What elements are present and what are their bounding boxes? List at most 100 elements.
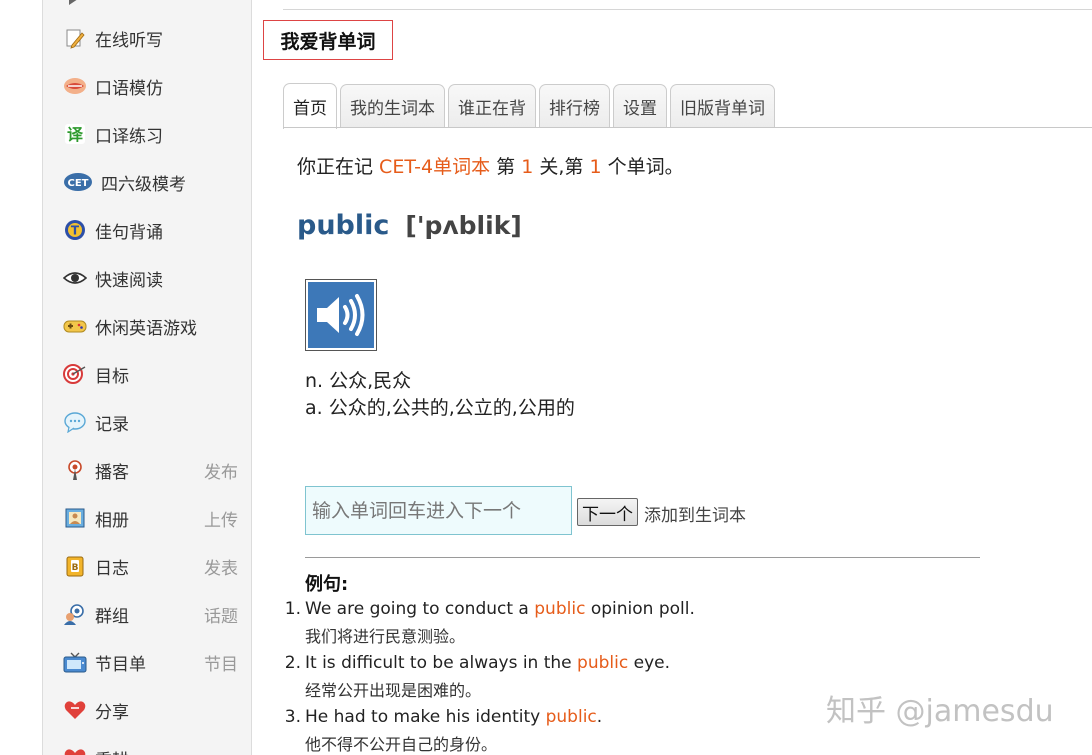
group-icon <box>63 602 87 626</box>
sidebar-item-cet-mock[interactable]: CET 四六级模考 <box>63 167 238 197</box>
gamepad-icon <box>63 314 87 338</box>
pronounce-button[interactable] <box>305 279 377 351</box>
wordbook-name: CET-4单词本 <box>379 156 491 178</box>
sidebar-item-english-games[interactable]: 休闲英语游戏 <box>63 311 238 341</box>
example-sentence: He had to make his identity public. <box>305 704 602 731</box>
example-number: 1. <box>284 599 301 619</box>
example-number: 3. <box>284 707 301 727</box>
example-before: He had to make his identity <box>305 707 546 727</box>
left-gutter <box>0 0 42 755</box>
partial-icon <box>63 0 87 9</box>
heart-icon <box>63 746 87 755</box>
sidebar-item-records[interactable]: 记录 <box>63 407 238 437</box>
current-word: public <box>297 210 390 241</box>
sidebar-item-sentence-recite[interactable]: T 佳句背诵 <box>63 215 238 245</box>
sidebar-item-label: 分享 <box>95 702 129 723</box>
sidebar-item-partial[interactable] <box>63 0 238 12</box>
sidebar-item-program-list[interactable]: 节目单 节目 <box>63 647 238 677</box>
tab-who-is-reciting[interactable]: 谁正在背 <box>448 84 536 128</box>
sidebar-item-extra[interactable]: 发布 <box>204 458 238 483</box>
sidebar-item-speed-reading[interactable]: 快速阅读 <box>63 263 238 293</box>
sidebar-item-blog[interactable]: B 日志 发表 <box>63 551 238 581</box>
example-sentence: It is difficult to be always in the publ… <box>305 650 670 677</box>
sidebar-item-goal[interactable]: 目标 <box>63 359 238 389</box>
definitions: n. 公众,民众 a. 公众的,公共的,公立的,公用的 <box>305 368 575 422</box>
tab-divider <box>283 127 1092 128</box>
page-title: 我爱背单词 <box>263 20 393 60</box>
sidebar-item-oral-imitation[interactable]: 口语模仿 <box>63 71 238 101</box>
chat-bubble-icon <box>63 410 87 434</box>
sidebar-item-album[interactable]: 相册 上传 <box>63 503 238 533</box>
sidebar-item-share[interactable]: 分享 <box>63 695 238 725</box>
example-item: 1. We are going to conduct a public opin… <box>280 596 1060 650</box>
sidebar-item-label: 目标 <box>95 366 129 387</box>
top-divider <box>283 9 1092 10</box>
sidebar-item-label: 群组 <box>95 606 129 627</box>
definition-noun: n. 公众,民众 <box>305 370 412 392</box>
tv-icon <box>63 650 87 674</box>
sidebar-item-label: 相册 <box>95 510 129 531</box>
sidebar-item-label: 佳句背诵 <box>95 222 163 243</box>
t-circle-icon: T <box>63 218 87 242</box>
target-icon <box>63 362 87 386</box>
example-after: . <box>596 707 603 727</box>
sidebar-item-dictation[interactable]: 在线听写 <box>63 23 238 53</box>
sidebar-item-label: 口译练习 <box>95 126 163 147</box>
phonetic: ['pʌblik] <box>405 211 522 240</box>
sidebar-item-label: 四六级模考 <box>101 174 186 195</box>
example-after: eye. <box>628 653 670 673</box>
level-number: 1 <box>521 156 534 178</box>
sidebar-item-podcast[interactable]: 播客 发布 <box>63 455 238 485</box>
tab-legacy-version[interactable]: 旧版背单词 <box>670 84 775 128</box>
add-to-wordbook-link[interactable]: 添加到生词本 <box>644 501 746 526</box>
lips-icon <box>63 74 87 98</box>
progress-mid2: 关,第 <box>533 156 590 178</box>
sidebar-item-interpretation[interactable]: 译 口译练习 <box>63 119 238 149</box>
sidebar-item-label: 快速阅读 <box>95 270 163 291</box>
svg-text:T: T <box>71 224 80 238</box>
svg-text:译: 译 <box>67 125 84 144</box>
svg-text:CET: CET <box>68 178 89 189</box>
example-translation: 我们将进行民意测验。 <box>305 627 466 646</box>
tab-home[interactable]: 首页 <box>283 83 337 129</box>
sidebar-item-label: 休闲英语游戏 <box>95 318 197 339</box>
sidebar-item-extra[interactable]: 节目 <box>204 650 238 675</box>
example-translation: 经常公开出现是困难的。 <box>305 681 482 700</box>
pencil-paper-icon <box>63 26 87 50</box>
sidebar-item-extra[interactable]: 话题 <box>204 602 238 627</box>
photo-album-icon <box>63 506 87 530</box>
next-button[interactable]: 下一个 <box>577 498 638 526</box>
definition-adjective: a. 公众的,公共的,公立的,公用的 <box>305 397 575 419</box>
tab-settings[interactable]: 设置 <box>613 84 667 128</box>
progress-prefix: 你正在记 <box>297 156 380 178</box>
word-index: 1 <box>589 156 602 178</box>
sidebar-item-label: 重耕 <box>95 746 238 755</box>
tab-leaderboard[interactable]: 排行榜 <box>539 84 610 128</box>
sidebar-item-label: 在线听写 <box>95 30 163 51</box>
eye-icon <box>63 266 87 290</box>
examples-list: 1. We are going to conduct a public opin… <box>280 596 1060 755</box>
example-after: opinion poll. <box>585 599 695 619</box>
examples-title: 例句: <box>305 574 349 595</box>
section-divider <box>305 557 980 558</box>
translate-char-icon: 译 <box>63 122 87 146</box>
sidebar-item-extra[interactable]: 上传 <box>204 506 238 531</box>
word-input[interactable] <box>305 486 572 535</box>
example-before: It is difficult to be always in the <box>305 653 578 673</box>
sidebar-item-label: 口语模仿 <box>95 78 163 99</box>
example-keyword: public <box>577 653 629 673</box>
example-keyword: public <box>545 707 597 727</box>
svg-text:B: B <box>72 563 79 573</box>
progress-suffix: 个单词。 <box>601 156 684 178</box>
sidebar-item-label: 播客 <box>95 462 129 483</box>
sidebar: 在线听写 口语模仿 译 口译练习 CET 四六级模考 T 佳句背诵 快速阅读 休… <box>42 0 252 755</box>
heart-share-icon <box>63 698 87 722</box>
tab-my-wordbook[interactable]: 我的生词本 <box>340 84 445 128</box>
cet-badge-icon: CET <box>63 170 93 194</box>
sidebar-item-groups[interactable]: 群组 话题 <box>63 599 238 629</box>
example-keyword: public <box>534 599 586 619</box>
sidebar-item-partial-bottom[interactable]: 重耕 <box>63 743 238 755</box>
sidebar-item-label: 记录 <box>95 414 129 435</box>
sidebar-item-extra[interactable]: 发表 <box>204 554 238 579</box>
example-sentence: We are going to conduct a public opinion… <box>305 596 695 623</box>
